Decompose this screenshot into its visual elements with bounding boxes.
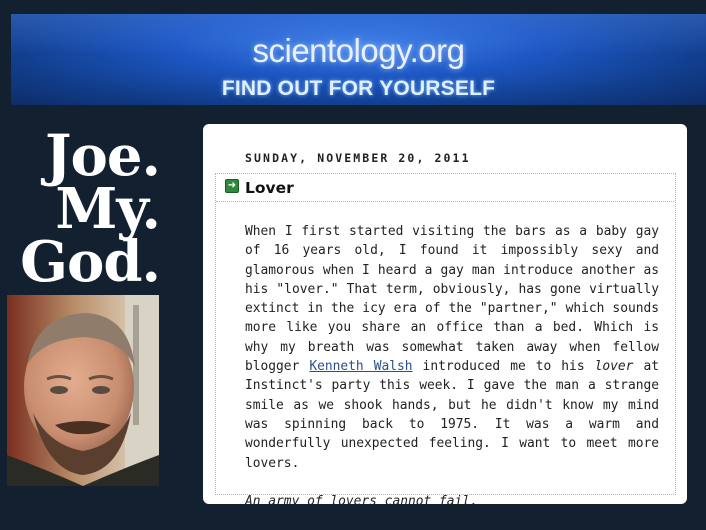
- author-portrait-image: [7, 295, 159, 486]
- post-text-segment: introduced me to his: [412, 359, 595, 375]
- post-date-header: SUNDAY, NOVEMBER 20, 2011: [245, 151, 471, 165]
- banner-tagline: FIND OUT FOR YOURSELF: [221, 77, 496, 100]
- emphasis-lover: lover: [594, 359, 634, 375]
- post-text-segment: at Instinct's party this week. I gave th…: [245, 359, 659, 471]
- closing-line: An army of lovers cannot fail.: [245, 493, 478, 509]
- post-text-segment: When I first started visiting the bars a…: [245, 224, 659, 375]
- post-body: When I first started visiting the bars a…: [245, 222, 659, 530]
- blog-title-line-3: God.: [20, 229, 161, 295]
- arrow-right-icon: ➜: [225, 179, 239, 193]
- post-paragraph-2: An army of lovers cannot fail.: [245, 492, 659, 511]
- banner-site-name: scientology.org: [252, 32, 465, 69]
- blog-title[interactable]: Joe. My. God.: [0, 128, 161, 295]
- author-photo[interactable]: [7, 295, 159, 486]
- post-title-link[interactable]: Lover: [245, 179, 294, 197]
- title-divider: [216, 201, 674, 202]
- post-paragraph-1: When I first started visiting the bars a…: [245, 222, 659, 473]
- scientology-banner-ad[interactable]: scientology.org FIND OUT FOR YOURSELF: [11, 14, 706, 105]
- kenneth-walsh-link[interactable]: Kenneth Walsh: [309, 359, 412, 374]
